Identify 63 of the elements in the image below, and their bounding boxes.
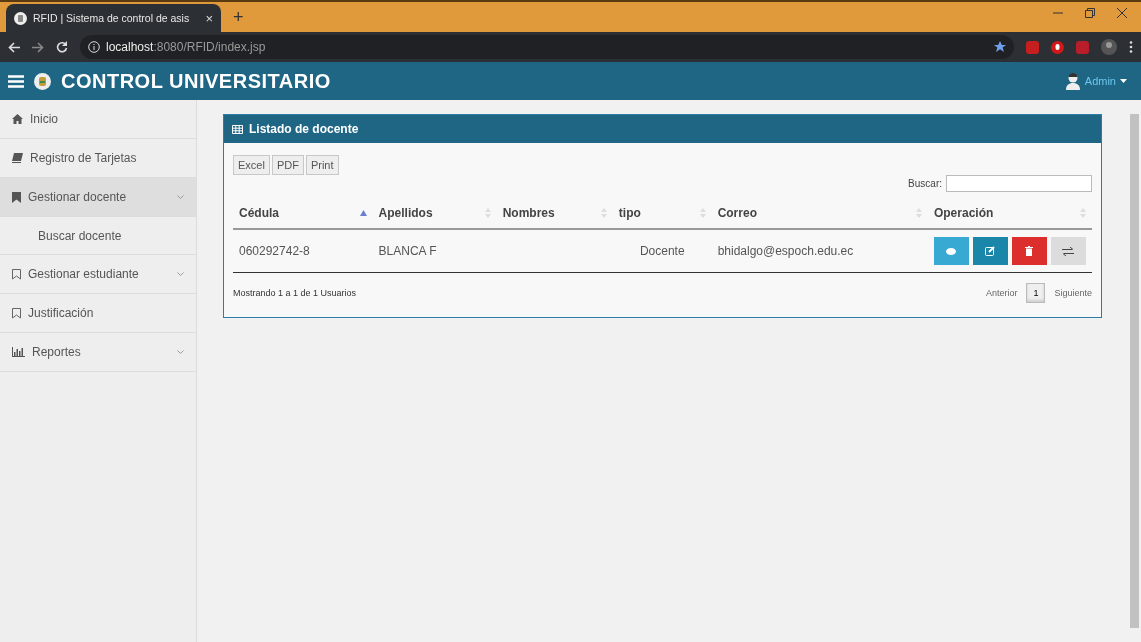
sidebar-item[interactable]: Justificación: [0, 294, 196, 333]
table-cell: Docente: [612, 229, 712, 273]
column-header[interactable]: Correo: [711, 198, 928, 229]
column-header[interactable]: Cédula: [233, 198, 373, 229]
edit-button[interactable]: [972, 237, 1008, 265]
table-cell: BLANCA F: [372, 229, 497, 273]
sidebar-item[interactable]: Inicio: [0, 100, 196, 139]
table-cell: bhidalgo@espoch.edu.ec: [711, 229, 928, 273]
close-tab-button[interactable]: ×: [205, 10, 213, 26]
swap-icon: [1062, 246, 1075, 256]
bookmark-icon: [12, 191, 21, 203]
search-label: Buscar:: [908, 178, 942, 189]
sidebar-subitem[interactable]: Buscar docente: [0, 217, 196, 255]
table-cell: 060292742-8: [233, 229, 373, 273]
export-button[interactable]: Print: [305, 155, 339, 175]
sidebar-item[interactable]: Reportes: [0, 333, 196, 372]
column-header[interactable]: Apellidos: [372, 198, 497, 229]
avatar-icon[interactable]: [1101, 39, 1117, 55]
view-button[interactable]: [933, 237, 969, 265]
restore-icon[interactable]: [1085, 8, 1095, 18]
search-field[interactable]: [946, 175, 1092, 192]
new-tab-button[interactable]: +: [233, 7, 244, 28]
export-button[interactable]: PDF: [271, 155, 304, 175]
page-button[interactable]: 1: [1026, 283, 1046, 303]
previous-link[interactable]: Anterior: [985, 288, 1018, 298]
edit-icon: [985, 246, 996, 256]
panel-title: Listado de docente: [249, 122, 359, 136]
tab-title: RFID | Sistema de control de asis: [33, 12, 191, 24]
eye-icon: [946, 247, 957, 255]
back-icon[interactable]: [8, 41, 20, 53]
hand-icon[interactable]: [1051, 40, 1064, 54]
column-header[interactable]: tipo: [612, 198, 712, 229]
table-icon: [232, 124, 243, 134]
close-icon[interactable]: [1117, 8, 1127, 18]
book-icon: [12, 153, 23, 163]
address-field[interactable]: localhost:8080/RFID/index.jsp: [80, 35, 1014, 59]
column-header[interactable]: Operación: [927, 198, 1092, 229]
caret-icon: [1120, 79, 1127, 83]
export-button[interactable]: Excel: [233, 155, 270, 175]
forward-icon[interactable]: [32, 41, 44, 53]
menu-icon[interactable]: [8, 74, 24, 88]
bookmark-icon: [12, 307, 21, 319]
trash-icon: [1025, 246, 1034, 256]
sidebar-item[interactable]: Gestionar docente: [0, 178, 196, 217]
home-icon: [12, 114, 23, 124]
user-avatar-icon: [1064, 72, 1081, 90]
reload-icon[interactable]: [56, 41, 68, 53]
menu-icon[interactable]: [1129, 41, 1133, 53]
sidebar-item[interactable]: Gestionar estudiante: [0, 255, 196, 294]
column-header[interactable]: Nombres: [496, 198, 613, 229]
url-text: localhost:8080/RFID/index.jsp: [106, 40, 266, 54]
star-icon[interactable]: [994, 41, 1006, 53]
browser-tab[interactable]: RFID | Sistema de control de asis ×: [6, 4, 221, 32]
info-icon: [88, 41, 100, 53]
bookmark-icon: [12, 268, 21, 280]
site-icon: [14, 11, 27, 25]
swap-button[interactable]: [1050, 237, 1086, 265]
app-title: CONTROL UNIVERSITARIO: [61, 69, 331, 93]
logo-icon: [34, 72, 51, 90]
delete-button[interactable]: [1011, 237, 1047, 265]
table-info: Mostrando 1 a 1 de 1 Usuarios: [233, 288, 357, 298]
bar-chart-icon: [12, 347, 25, 357]
next-link[interactable]: Siguiente: [1054, 288, 1092, 298]
